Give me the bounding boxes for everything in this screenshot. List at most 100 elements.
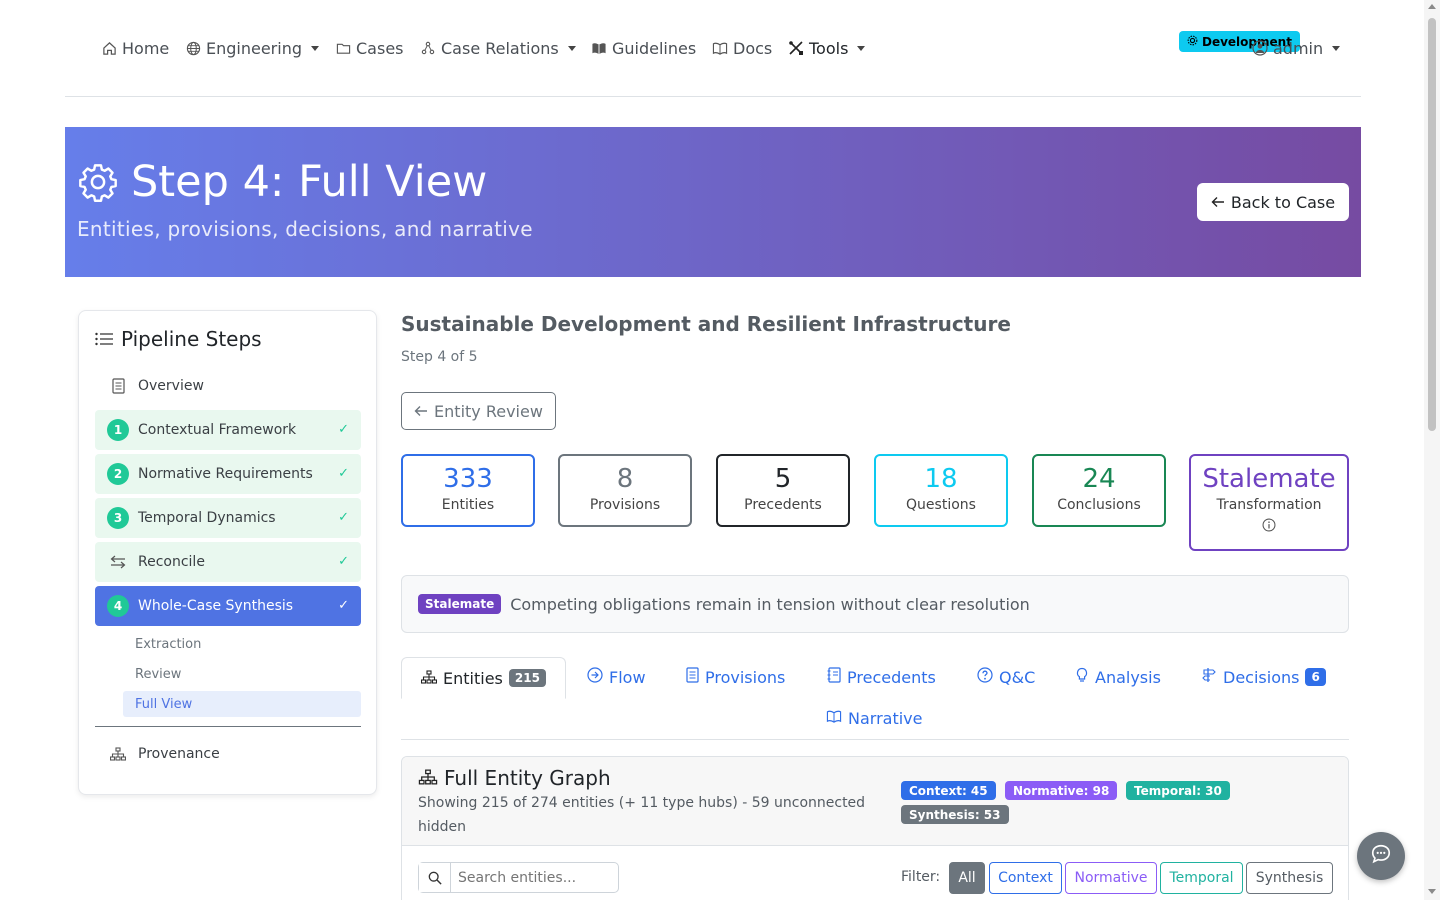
step-number: 2 [107, 463, 129, 485]
tab-label: Narrative [848, 708, 923, 728]
lightbulb-icon [1075, 667, 1089, 687]
page-scrollbar[interactable] [1424, 0, 1440, 900]
filter-synthesis-button[interactable]: Synthesis [1246, 862, 1333, 894]
tab-label: Provisions [705, 667, 786, 687]
card-title-text: Full Entity Graph [444, 766, 611, 790]
user-name: admin [1273, 38, 1324, 58]
question-circle-icon [977, 667, 993, 687]
document-icon [686, 667, 699, 687]
nav-docs-label: Docs [733, 38, 773, 58]
gear-icon [1187, 35, 1198, 49]
back-to-case-label: Back to Case [1230, 192, 1336, 212]
tab-provisions[interactable]: Provisions [686, 657, 785, 697]
step-number: 4 [107, 595, 129, 617]
tab-label: Precedents [847, 667, 936, 687]
house-icon [101, 40, 117, 56]
chevron-down-icon [311, 45, 319, 51]
stat-label: Conclusions [1057, 497, 1141, 513]
stat-label: Transformation [1216, 497, 1322, 513]
scrollbar-thumb[interactable] [1428, 18, 1436, 431]
filter-label: Filter: [901, 869, 941, 885]
sidebar-item-whole-case-synthesis[interactable]: 4 Whole-Case Synthesis ✓ [95, 586, 361, 626]
scroll-up-arrow-icon[interactable] [1428, 4, 1436, 9]
check-icon: ✓ [338, 598, 349, 613]
entity-review-button[interactable]: Entity Review [401, 392, 556, 430]
sidebar-subitem-extraction[interactable]: Extraction [123, 631, 361, 657]
step-progress-text: Step 4 of 5 [401, 349, 478, 365]
sidebar-item-label: Normative Requirements [138, 466, 313, 482]
stat-value: 5 [774, 464, 792, 494]
sidebar-item-label: Reconcile [138, 554, 205, 570]
nav-tools[interactable]: Tools [788, 36, 866, 60]
stat-card-transformation: Stalemate Transformation [1189, 454, 1349, 551]
tab-decisions[interactable]: Decisions 6 [1201, 657, 1326, 697]
stat-value: 18 [924, 464, 958, 494]
stat-value: 333 [443, 464, 493, 494]
sidebar-subitem-review[interactable]: Review [123, 661, 361, 687]
tab-label: Entities [443, 668, 503, 688]
stat-value: Stalemate [1202, 464, 1336, 494]
info-icon[interactable] [1191, 517, 1347, 536]
chevron-down-icon [567, 45, 576, 51]
user-menu[interactable]: admin [1252, 36, 1341, 60]
chat-button[interactable] [1357, 832, 1405, 880]
sidebar-item-reconcile[interactable]: Reconcile ✓ [95, 542, 361, 582]
scroll-down-arrow-icon[interactable] [1428, 889, 1436, 894]
journal-icon [827, 667, 841, 687]
top-navbar: Home Engineering Cases Case Relations Gu… [65, 0, 1361, 97]
arrows-swap-icon [107, 555, 129, 569]
arrow-left-icon [414, 402, 428, 421]
sidebar-item-temporal-dynamics[interactable]: 3 Temporal Dynamics ✓ [95, 498, 361, 538]
sidebar-subitem-full-view[interactable]: Full View [123, 691, 361, 717]
entity-review-label: Entity Review [434, 401, 543, 421]
back-to-case-button[interactable]: Back to Case [1197, 183, 1349, 221]
tab-qc[interactable]: Q&C [977, 657, 1035, 697]
book-open-icon [826, 709, 842, 728]
stat-label: Provisions [589, 497, 661, 513]
entity-graph-card: Full Entity Graph Showing 215 of 274 ent… [401, 756, 1349, 900]
sidebar-subitem-label: Review [135, 666, 182, 682]
filter-all-button[interactable]: All [949, 862, 985, 894]
sidebar-item-provenance[interactable]: Provenance [95, 734, 361, 774]
page-subtitle: Entities, provisions, decisions, and nar… [77, 217, 533, 241]
tabs-divider [401, 739, 1349, 740]
tab-entities[interactable]: Entities 215 [401, 657, 566, 699]
tab-analysis[interactable]: Analysis [1075, 657, 1161, 697]
sidebar-subitem-label: Extraction [135, 636, 202, 652]
nav-home[interactable]: Home [101, 36, 169, 60]
hierarchy-icon [420, 669, 438, 688]
sidebar-item-label: Temporal Dynamics [138, 510, 276, 526]
nav-guidelines[interactable]: Guidelines [591, 36, 696, 60]
category-count-badge: Context: 45 [901, 781, 996, 800]
nav-case-relations[interactable]: Case Relations [420, 36, 576, 60]
stat-card-provisions: 8 Provisions [558, 454, 692, 527]
nav-cases-label: Cases [356, 38, 404, 58]
tools-icon [788, 40, 804, 56]
document-icon [107, 378, 129, 394]
search-input[interactable] [451, 863, 617, 892]
page-header-banner: Step 4: Full View Entities, provisions, … [65, 127, 1361, 277]
stat-value: 24 [1082, 464, 1116, 494]
tab-precedents[interactable]: Precedents [827, 657, 936, 697]
filter-context-button[interactable]: Context [989, 862, 1062, 894]
sidebar-item-normative-requirements[interactable]: 2 Normative Requirements ✓ [95, 454, 361, 494]
diagram-icon [420, 40, 436, 56]
check-icon: ✓ [338, 510, 349, 525]
stat-label: Entities [441, 497, 495, 513]
nav-engineering[interactable]: Engineering [185, 36, 319, 60]
tab-narrative[interactable]: Narrative [826, 698, 922, 738]
nav-docs[interactable]: Docs [712, 36, 772, 60]
nav-cases[interactable]: Cases [335, 36, 404, 60]
tab-flow[interactable]: Flow [587, 657, 646, 697]
sidebar-item-contextual-framework[interactable]: 1 Contextual Framework ✓ [95, 410, 361, 450]
signpost-icon [1201, 667, 1217, 687]
sidebar-item-overview[interactable]: Overview [95, 366, 361, 406]
filter-temporal-button[interactable]: Temporal [1160, 862, 1243, 894]
sidebar-title-text: Pipeline Steps [121, 327, 262, 351]
arrow-right-circle-icon [587, 667, 603, 687]
tab-label: Analysis [1095, 667, 1161, 687]
count-badge: 215 [508, 669, 546, 687]
stat-value: 8 [616, 464, 634, 494]
filter-normative-button[interactable]: Normative [1065, 862, 1157, 894]
check-icon: ✓ [338, 422, 349, 437]
